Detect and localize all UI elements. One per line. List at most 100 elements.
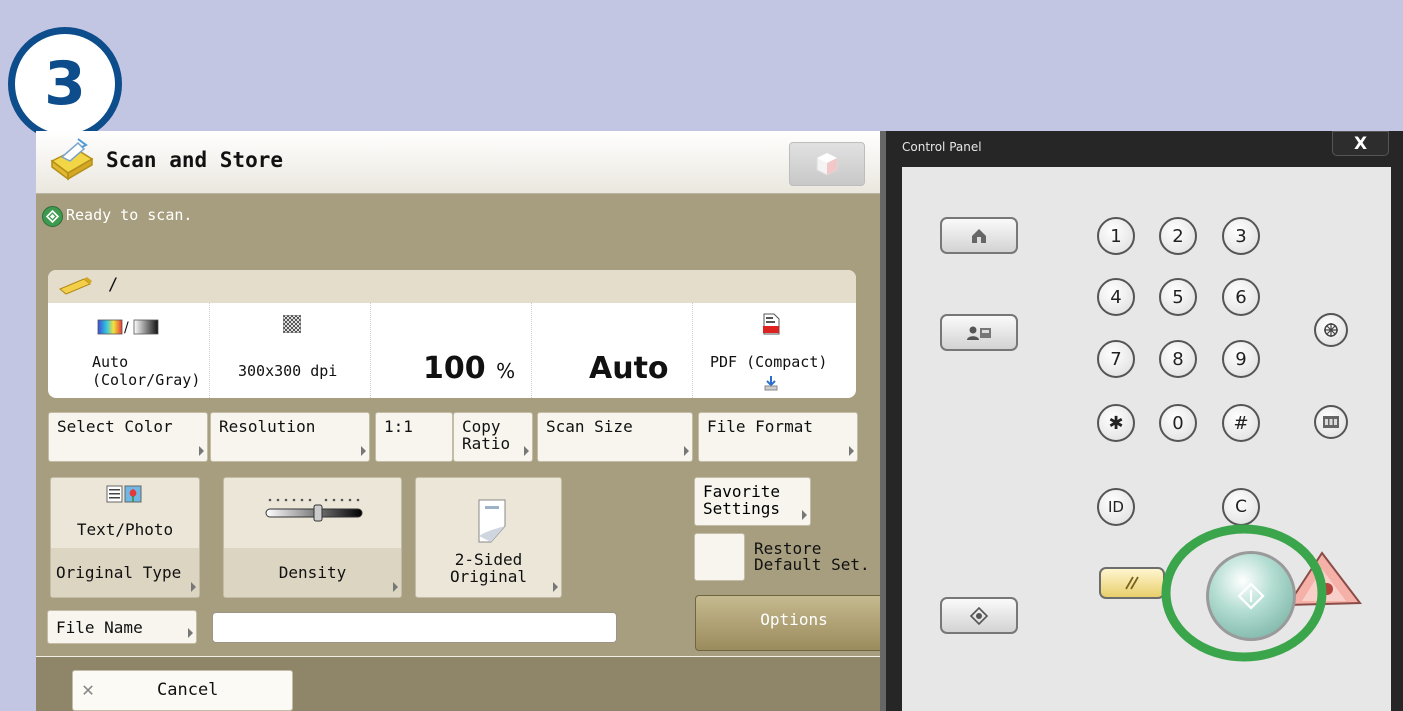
file-name-button[interactable]: File Name	[47, 610, 197, 644]
file-format-label: File Format	[707, 417, 813, 436]
storage-path-header: /	[48, 270, 856, 303]
key-3[interactable]: 3	[1222, 217, 1260, 255]
ratio-value: 100 %	[423, 351, 516, 386]
key-hash[interactable]: #	[1222, 404, 1260, 442]
status-monitor-button[interactable]	[940, 314, 1018, 351]
title-bar-button[interactable]	[789, 142, 865, 186]
resolution-label: Resolution	[219, 417, 316, 436]
original-type-lower: Original Type	[51, 548, 199, 597]
control-panel-body: 1 2 3 4 5 6 7 8 9 ✱ 0 # ID C	[902, 167, 1391, 711]
memory-media-icon	[59, 277, 92, 295]
original-type-button[interactable]: Text/Photo Original Type	[50, 477, 200, 598]
title-bar: Scan and Store	[36, 131, 880, 194]
density-button[interactable]: Density	[223, 477, 402, 598]
original-type-label: Original Type	[56, 563, 182, 582]
settings-gear-icon	[1324, 323, 1338, 337]
ratio-summary: 100 %	[370, 303, 532, 398]
key-1[interactable]: 1	[1097, 217, 1135, 255]
home-icon	[972, 228, 986, 243]
key-2[interactable]: 2	[1159, 217, 1197, 255]
key-6[interactable]: 6	[1222, 278, 1260, 316]
svg-text:/: /	[124, 320, 129, 335]
file-format-value: PDF (Compact)	[710, 353, 828, 371]
color-mode-summary: / Auto (Color/Gray)	[48, 303, 209, 398]
copy-ratio-label: Copy Ratio	[462, 417, 511, 453]
arrow-right-icon	[361, 446, 366, 456]
color-mode-value: Auto (Color/Gray)	[92, 353, 201, 389]
start-button[interactable]	[1206, 551, 1296, 641]
density-lower: Density	[224, 548, 401, 597]
resolution-grid-icon	[283, 315, 301, 333]
arrow-right-icon	[188, 628, 193, 638]
arrow-right-icon	[393, 582, 398, 592]
key-9[interactable]: 9	[1222, 340, 1260, 378]
scan-size-button[interactable]: Scan Size	[537, 412, 693, 462]
numeric-keys-button[interactable]	[1314, 405, 1348, 439]
favorite-settings-button[interactable]: Favorite Settings	[694, 477, 811, 526]
arrow-right-icon	[684, 446, 689, 456]
original-type-value: Text/Photo	[76, 520, 174, 539]
scan-size-label: Scan Size	[546, 417, 633, 436]
arrow-right-icon	[524, 446, 529, 456]
file-format-button[interactable]: File Format	[698, 412, 858, 462]
key-0[interactable]: 0	[1159, 404, 1197, 442]
options-button[interactable]: Options	[695, 595, 880, 651]
options-label: Options	[760, 610, 828, 629]
pdf-file-icon	[763, 313, 780, 335]
clear-key[interactable]: C	[1222, 488, 1260, 526]
start-diamond-icon	[1237, 582, 1265, 610]
select-color-label: Select Color	[57, 417, 173, 436]
status-bar: Ready to scan.	[36, 194, 880, 266]
file-name-field[interactable]	[212, 612, 617, 643]
restore-default-button[interactable]	[694, 533, 745, 581]
favorite-settings-label: Favorite Settings	[703, 482, 781, 518]
reset-button[interactable]	[1099, 567, 1165, 599]
text-photo-icon	[106, 485, 142, 503]
key-5[interactable]: 5	[1159, 278, 1197, 316]
density-label: Density	[278, 563, 347, 582]
resolution-value: 300x300 dpi	[238, 362, 338, 380]
step-number-badge: 3	[8, 27, 122, 141]
arrow-right-icon	[553, 582, 558, 592]
key-4[interactable]: 4	[1097, 278, 1135, 316]
resolution-summary: 300x300 dpi	[209, 303, 371, 398]
energy-saver-button[interactable]	[940, 597, 1018, 634]
key-7[interactable]: 7	[1097, 340, 1135, 378]
store-download-icon	[764, 376, 778, 391]
two-sided-page-icon	[478, 499, 506, 543]
close-icon: ✕	[82, 677, 95, 701]
density-slider-icon	[265, 498, 363, 522]
key-asterisk[interactable]: ✱	[1097, 404, 1135, 442]
color-gray-icon: /	[97, 319, 159, 335]
ready-status-icon	[42, 206, 63, 227]
status-monitor-icon	[967, 326, 991, 340]
control-panel-title: Control Panel	[902, 140, 982, 154]
arrow-right-icon	[199, 446, 204, 456]
id-key[interactable]: ID	[1097, 488, 1135, 526]
numeric-keypad-icon	[1323, 416, 1339, 428]
close-window-button[interactable]: X	[1332, 131, 1389, 156]
arrow-right-icon	[849, 446, 854, 456]
cancel-label: Cancel	[157, 680, 219, 700]
ratio-1to1-label: 1:1	[384, 417, 413, 436]
energy-saver-icon	[969, 606, 989, 625]
ratio-1to1-button[interactable]: 1:1	[375, 412, 453, 462]
home-button[interactable]	[940, 217, 1018, 254]
resolution-button[interactable]: Resolution	[210, 412, 370, 462]
status-message: Ready to scan.	[66, 206, 193, 224]
arrow-right-icon	[802, 510, 807, 520]
reset-icon	[1125, 576, 1139, 590]
arrow-right-icon	[191, 582, 196, 592]
key-8[interactable]: 8	[1159, 340, 1197, 378]
scan-size-summary: Auto	[531, 303, 693, 398]
scan-store-icon	[50, 138, 94, 181]
settings-registration-button[interactable]	[1314, 313, 1348, 347]
file-format-summary: PDF (Compact)	[692, 303, 854, 398]
file-name-label: File Name	[56, 618, 143, 637]
restore-default-label: Restore Default Set.	[754, 539, 870, 574]
select-color-button[interactable]: Select Color	[48, 412, 208, 462]
cancel-button[interactable]: ✕ Cancel	[72, 670, 293, 711]
two-sided-original-button[interactable]: 2-Sided Original	[415, 477, 562, 598]
copy-ratio-button[interactable]: Copy Ratio	[453, 412, 533, 462]
scan-size-value: Auto	[589, 351, 669, 386]
